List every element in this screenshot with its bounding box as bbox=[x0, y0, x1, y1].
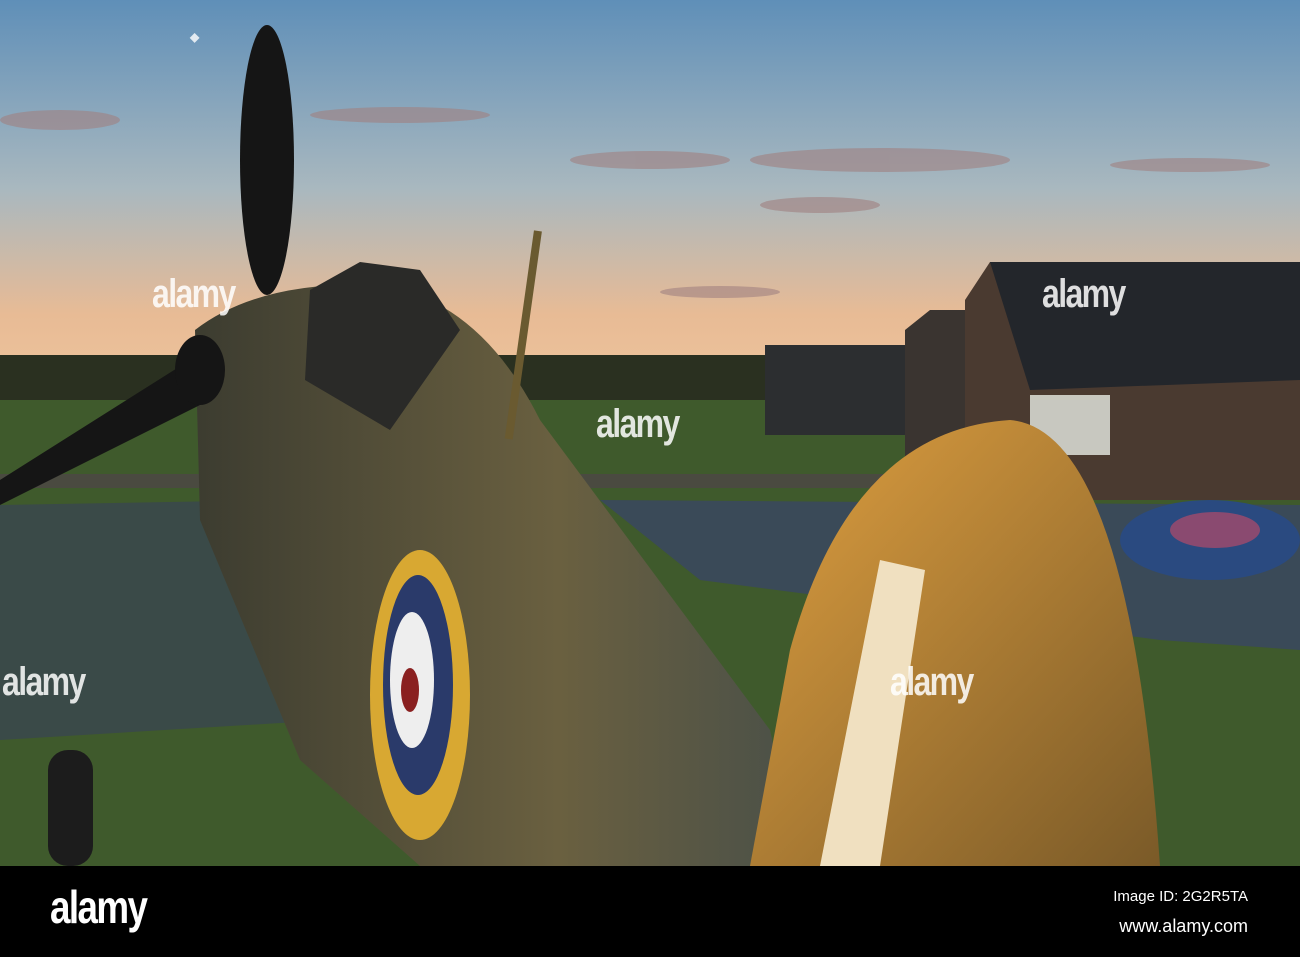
stock-photo-page: ◆ alamy alamy alamy alamy alamy alamy Im… bbox=[0, 0, 1300, 957]
watermark-mark: ◆ bbox=[190, 30, 200, 44]
watermark-text: alamy bbox=[596, 402, 680, 446]
alamy-logo: alamy bbox=[50, 881, 148, 933]
watermark-text: alamy bbox=[1042, 272, 1126, 316]
site-url: www.alamy.com bbox=[1119, 916, 1248, 936]
footer-bar: alamy Image ID: 2G2R5TA www.alamy.com bbox=[0, 866, 1300, 957]
fuselage-roundel bbox=[370, 550, 470, 840]
watermark-text: alamy bbox=[152, 272, 236, 316]
watermark-text: alamy bbox=[2, 660, 86, 704]
undercarriage-wheel bbox=[48, 750, 93, 866]
image-id: Image ID: 2G2R5TA bbox=[1113, 888, 1248, 905]
watermark-text: alamy bbox=[890, 660, 974, 704]
